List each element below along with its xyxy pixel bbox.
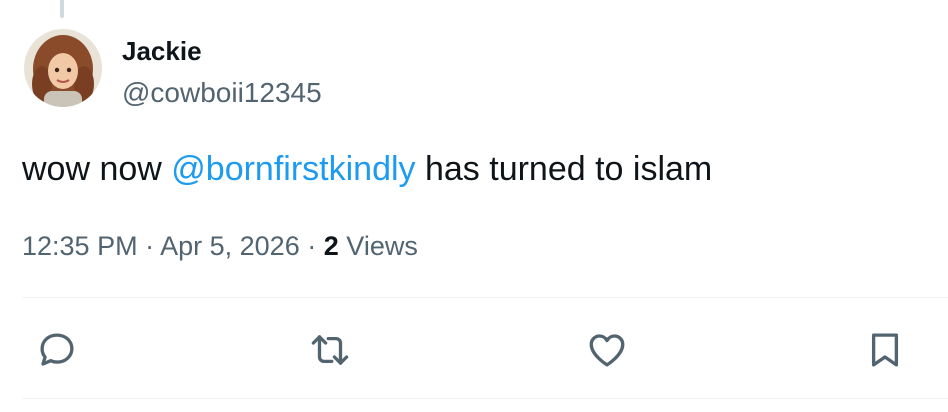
retweet-icon xyxy=(311,335,349,365)
mention-link[interactable]: @bornfirstkindly xyxy=(171,150,415,188)
views-count: 2 xyxy=(323,231,339,261)
tweet-text-before: wow now xyxy=(22,150,172,188)
tweet-text: wow now @bornfirstkindly has turned to i… xyxy=(22,148,712,190)
heart-icon xyxy=(589,334,625,367)
thread-connector-line xyxy=(60,0,64,18)
avatar[interactable] xyxy=(24,29,102,107)
meta-separator: · xyxy=(145,231,155,261)
like-button[interactable] xyxy=(584,327,630,373)
tweet-text-after: has turned to islam xyxy=(415,150,713,188)
tweet-date[interactable]: Apr 5, 2026 xyxy=(160,231,300,261)
bookmark-button[interactable] xyxy=(862,327,908,373)
reply-button[interactable] xyxy=(34,327,80,373)
avatar-illustration-icon xyxy=(24,29,102,107)
divider-bottom xyxy=(22,398,948,399)
bookmark-icon xyxy=(871,333,899,367)
user-handle[interactable]: @cowboii12345 xyxy=(122,76,322,110)
divider xyxy=(22,297,948,298)
reply-icon xyxy=(40,333,74,366)
tweet-meta: 12:35 PM · Apr 5, 2026 · 2 Views xyxy=(22,228,418,264)
display-name[interactable]: Jackie xyxy=(122,34,202,68)
retweet-button[interactable] xyxy=(307,327,353,373)
tweet-time[interactable]: 12:35 PM xyxy=(22,231,138,261)
meta-separator-2: · xyxy=(307,231,317,261)
views-label: Views xyxy=(346,231,418,261)
